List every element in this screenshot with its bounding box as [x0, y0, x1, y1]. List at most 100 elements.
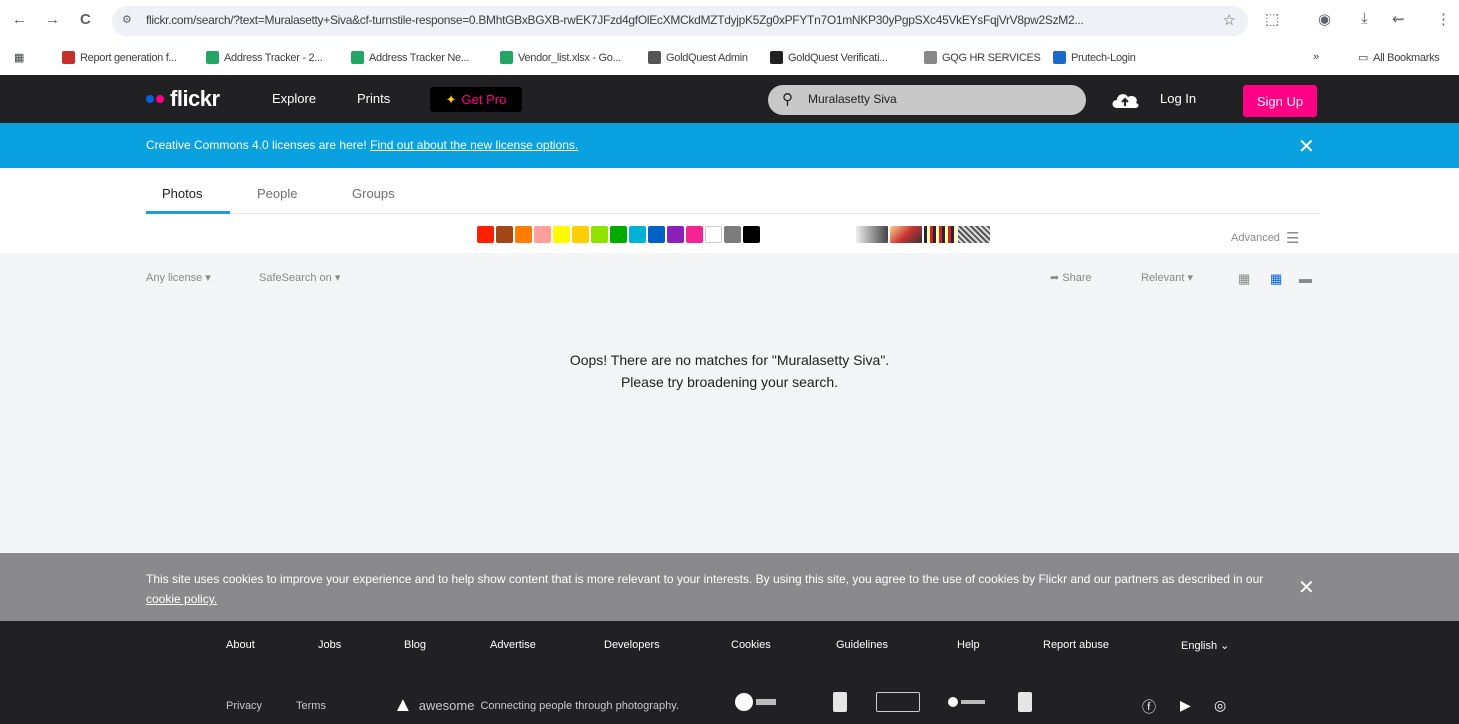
reload-button[interactable]: C: [80, 10, 91, 30]
color-swatch[interactable]: [743, 226, 760, 243]
bookmark-star-icon[interactable]: ☆: [1223, 11, 1236, 29]
footer-link-cookies[interactable]: Cookies: [731, 639, 771, 651]
color-swatch[interactable]: [667, 226, 684, 243]
partner-logo[interactable]: [833, 692, 847, 712]
footer-link-privacy[interactable]: Privacy: [226, 700, 262, 712]
back-button[interactable]: ←: [12, 10, 27, 30]
style-filter: [856, 226, 990, 243]
language-selector[interactable]: English ⌄: [1181, 639, 1229, 652]
bookmark-favicon: [924, 51, 937, 64]
footer-link-report-abuse[interactable]: Report abuse: [1043, 639, 1109, 651]
license-filter[interactable]: Any license ▾: [146, 271, 211, 284]
search-bar[interactable]: ⚲: [768, 85, 1086, 115]
banner-message: Creative Commons 4.0 licenses are here!: [146, 138, 367, 152]
color-swatch[interactable]: [477, 226, 494, 243]
minimalist-style[interactable]: [924, 226, 956, 243]
detail-view-icon[interactable]: ▬: [1299, 271, 1312, 286]
advanced-label: Advanced: [1231, 232, 1280, 244]
banner-link[interactable]: Find out about the new license options.: [370, 138, 578, 152]
extensions-icon[interactable]: ⬚: [1265, 10, 1279, 28]
color-swatch[interactable]: [610, 226, 627, 243]
search-input[interactable]: [808, 92, 1068, 106]
youtube-icon[interactable]: ▶: [1180, 697, 1191, 714]
facebook-icon[interactable]: ⓕ: [1142, 697, 1156, 717]
get-pro-button[interactable]: ✦ Get Pro: [430, 87, 522, 112]
color-swatch[interactable]: [496, 226, 513, 243]
footer-link-jobs[interactable]: Jobs: [318, 639, 341, 651]
bookmark-favicon: [770, 51, 783, 64]
nav-explore[interactable]: Explore: [272, 91, 316, 106]
download-icon[interactable]: ⤓: [1361, 10, 1368, 27]
footer-link-terms[interactable]: Terms: [296, 700, 326, 712]
safesearch-filter[interactable]: SafeSearch on ▾: [259, 271, 340, 284]
footer-link-advertise[interactable]: Advertise: [490, 639, 536, 651]
for-the-planet-logo[interactable]: [735, 692, 779, 712]
nav-prints[interactable]: Prints: [357, 91, 390, 106]
search-icon[interactable]: ⚲: [782, 90, 793, 108]
bookmark-item[interactable]: Vendor_list.xlsx - Go...: [500, 51, 621, 64]
color-swatch[interactable]: [572, 226, 589, 243]
partner-logo[interactable]: [1018, 692, 1032, 712]
results-area: [0, 253, 1459, 553]
partner-logo[interactable]: [948, 692, 988, 712]
bookmark-item[interactable]: GoldQuest Admin: [648, 51, 748, 64]
black-and-white-style[interactable]: [856, 226, 888, 243]
color-swatch[interactable]: [705, 226, 722, 243]
cookie-policy-link[interactable]: cookie policy.: [146, 592, 217, 606]
bookmark-item[interactable]: GQG HR SERVICES: [924, 51, 1041, 64]
login-link[interactable]: Log In: [1160, 91, 1196, 106]
footer-link-blog[interactable]: Blog: [404, 639, 426, 651]
color-swatch[interactable]: [591, 226, 608, 243]
logo-text: flickr: [170, 86, 220, 111]
footer-link-about[interactable]: About: [226, 639, 255, 651]
all-bookmarks-folder[interactable]: ▭ All Bookmarks: [1358, 51, 1440, 65]
footer-link-help[interactable]: Help: [957, 639, 980, 651]
apps-icon[interactable]: ▦: [14, 51, 24, 64]
awesome-logo-icon: ▲: [393, 694, 413, 716]
justified-view-icon[interactable]: ▦: [1270, 271, 1282, 287]
close-icon[interactable]: ✕: [1298, 575, 1315, 600]
color-swatch[interactable]: [724, 226, 741, 243]
footer-link-developers[interactable]: Developers: [604, 639, 660, 651]
bookmark-item[interactable]: Prutech-Login: [1053, 51, 1136, 64]
signup-button[interactable]: Sign Up: [1243, 85, 1317, 117]
bookmark-label: Prutech-Login: [1071, 51, 1136, 64]
close-icon[interactable]: ✕: [1298, 134, 1315, 159]
tab-photos[interactable]: Photos: [162, 186, 202, 201]
color-swatch[interactable]: [534, 226, 551, 243]
color-swatch[interactable]: [629, 226, 646, 243]
tab-people[interactable]: People: [257, 186, 297, 201]
share-icon: ➦: [1050, 272, 1060, 284]
tab-groups[interactable]: Groups: [352, 186, 395, 201]
bookmark-item[interactable]: Address Tracker Ne...: [351, 51, 469, 64]
browser-chrome: ← → C ⚙ flickr.com/search/?text=Muralase…: [0, 0, 1459, 75]
shallow-depth-style[interactable]: [890, 226, 922, 243]
sort-dropdown[interactable]: Relevant ▾: [1141, 271, 1193, 284]
grid-view-icon[interactable]: ▦: [1238, 271, 1250, 287]
profile-icon[interactable]: ◉: [1318, 10, 1331, 28]
share-button[interactable]: ➦ Share: [1050, 271, 1092, 284]
partner-logo[interactable]: [876, 692, 920, 712]
back-arrow-icon[interactable]: ⇜: [1392, 10, 1405, 28]
footer-link-guidelines[interactable]: Guidelines: [836, 639, 888, 651]
color-swatch[interactable]: [648, 226, 665, 243]
awesome-tagline: ▲ awesome Connecting people through phot…: [393, 694, 679, 717]
bookmark-item[interactable]: GoldQuest Verificati...: [770, 51, 888, 64]
advanced-button[interactable]: Advanced ☰: [1231, 229, 1299, 247]
color-swatch[interactable]: [553, 226, 570, 243]
footer: [0, 621, 1459, 724]
url-text[interactable]: flickr.com/search/?text=Muralasetty+Siva…: [146, 13, 1206, 27]
address-bar[interactable]: ⚙ flickr.com/search/?text=Muralasetty+Si…: [112, 6, 1248, 36]
instagram-icon[interactable]: ◎: [1214, 697, 1226, 714]
menu-icon[interactable]: ⋮: [1436, 10, 1451, 28]
upload-cloud-icon[interactable]: [1109, 88, 1141, 112]
forward-button[interactable]: →: [45, 10, 60, 30]
color-swatch[interactable]: [686, 226, 703, 243]
color-swatch[interactable]: [515, 226, 532, 243]
patterns-style[interactable]: [958, 226, 990, 243]
bookmark-item[interactable]: Address Tracker - 2...: [206, 51, 323, 64]
bookmark-item[interactable]: Report generation f...: [62, 51, 177, 64]
more-bookmarks-button[interactable]: »: [1313, 51, 1319, 63]
site-info-icon[interactable]: ⚙: [122, 13, 138, 29]
flickr-logo[interactable]: flickr: [146, 85, 220, 113]
